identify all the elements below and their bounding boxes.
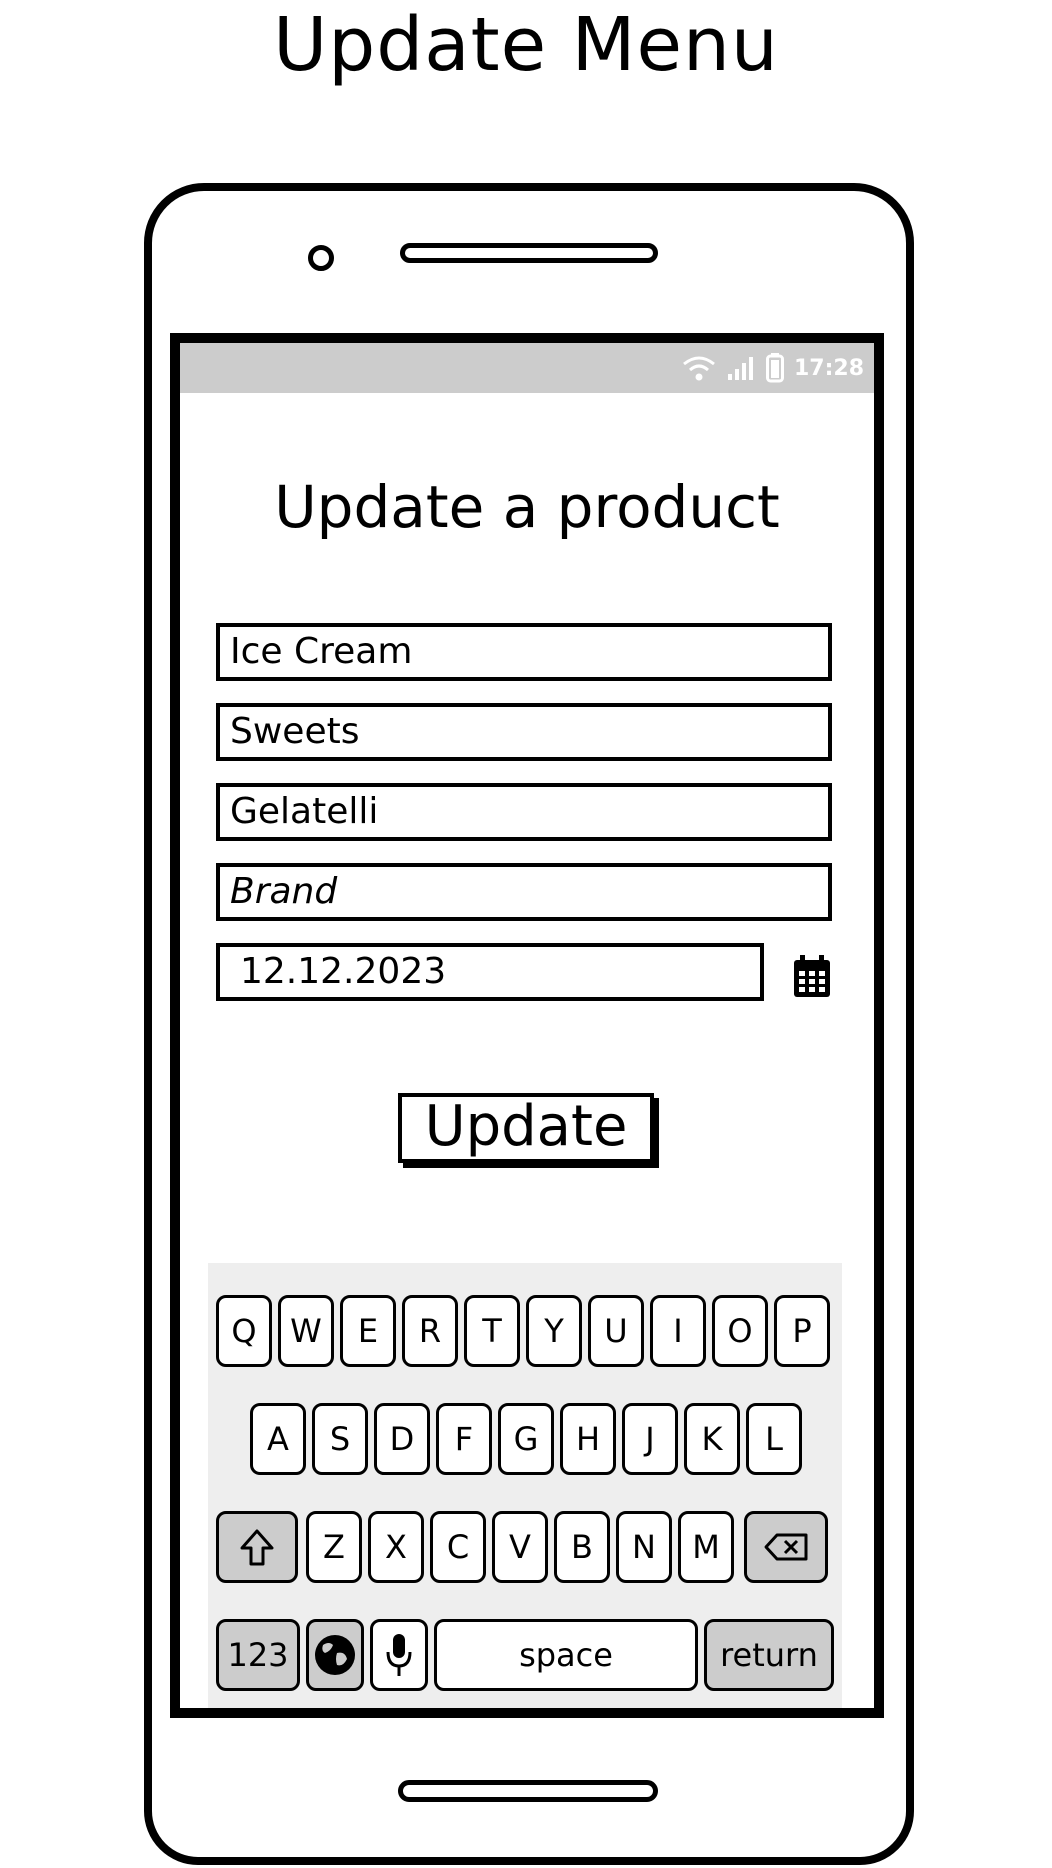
key-g[interactable]: G (498, 1403, 554, 1475)
key-o[interactable]: O (712, 1295, 768, 1367)
key-a[interactable]: A (250, 1403, 306, 1475)
key-v[interactable]: V (492, 1511, 548, 1583)
key-i[interactable]: I (650, 1295, 706, 1367)
shift-key[interactable] (216, 1511, 298, 1583)
globe-key[interactable] (306, 1619, 364, 1691)
calendar-icon[interactable] (792, 955, 832, 999)
key-j[interactable]: J (622, 1403, 678, 1475)
wifi-icon (683, 356, 715, 381)
brand-field[interactable]: Brand (216, 863, 832, 921)
key-c[interactable]: C (430, 1511, 486, 1583)
key-z[interactable]: Z (306, 1511, 362, 1583)
home-button[interactable] (398, 1780, 658, 1802)
battery-icon (765, 353, 784, 383)
numbers-key[interactable]: 123 (216, 1619, 300, 1691)
key-b[interactable]: B (554, 1511, 610, 1583)
key-w[interactable]: W (278, 1295, 334, 1367)
status-bar: 17:28 (180, 343, 874, 393)
key-s[interactable]: S (312, 1403, 368, 1475)
camera-icon (308, 245, 334, 271)
key-u[interactable]: U (588, 1295, 644, 1367)
globe-icon (315, 1635, 355, 1675)
key-h[interactable]: H (560, 1403, 616, 1475)
signal-icon (727, 357, 753, 380)
key-t[interactable]: T (464, 1295, 520, 1367)
phone-screen: 17:28 Update a product Ice Cream Sweets … (170, 333, 884, 1718)
shift-icon (240, 1529, 274, 1566)
update-button[interactable]: Update (398, 1093, 654, 1163)
backspace-key[interactable] (744, 1511, 828, 1583)
key-k[interactable]: K (684, 1403, 740, 1475)
space-key[interactable]: space (434, 1619, 698, 1691)
date-field[interactable]: 12.12.2023 (216, 943, 764, 1001)
page-title: Update Menu (273, 2, 779, 88)
key-m[interactable]: M (678, 1511, 734, 1583)
key-f[interactable]: F (436, 1403, 492, 1475)
key-y[interactable]: Y (526, 1295, 582, 1367)
key-l[interactable]: L (746, 1403, 802, 1475)
screen-title: Update a product (274, 473, 780, 541)
key-q[interactable]: Q (216, 1295, 272, 1367)
return-key[interactable]: return (704, 1619, 834, 1691)
category-field[interactable]: Sweets (216, 703, 832, 761)
backspace-icon (764, 1533, 808, 1561)
product-name-field[interactable]: Ice Cream (216, 623, 832, 681)
key-p[interactable]: P (774, 1295, 830, 1367)
manufacturer-field[interactable]: Gelatelli (216, 783, 832, 841)
key-d[interactable]: D (374, 1403, 430, 1475)
keyboard: Q W E R T Y U I O P A S D F G H J K L Z … (208, 1263, 842, 1708)
microphone-icon (386, 1634, 412, 1676)
status-time: 17:28 (793, 355, 864, 381)
microphone-key[interactable] (370, 1619, 428, 1691)
speaker-icon (400, 243, 658, 263)
key-r[interactable]: R (402, 1295, 458, 1367)
key-n[interactable]: N (616, 1511, 672, 1583)
key-x[interactable]: X (368, 1511, 424, 1583)
key-e[interactable]: E (340, 1295, 396, 1367)
